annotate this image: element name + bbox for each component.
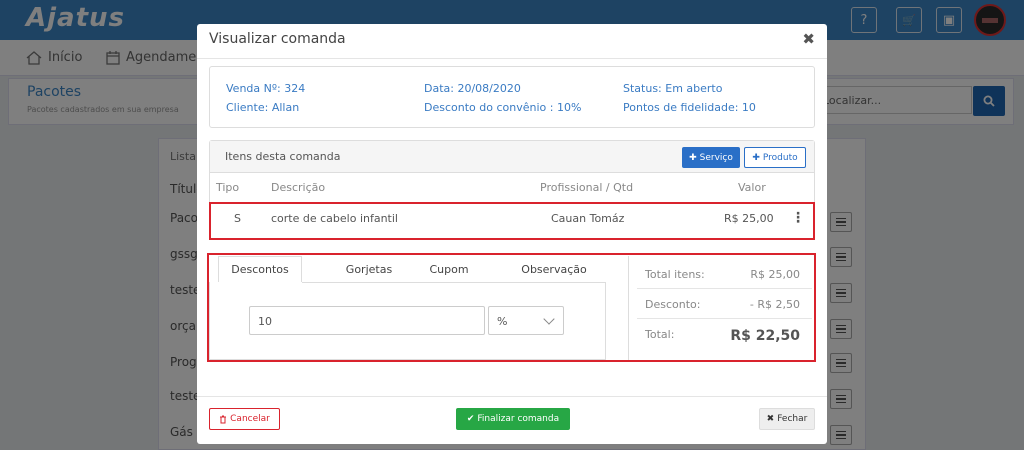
column-header-valor: Valor [738,181,766,194]
item-value: R$ 25,00 [724,212,774,225]
close-label: Fechar [777,414,808,424]
items-header-label: Itens desta comanda [225,150,341,163]
item-menu-icon[interactable]: ⋮ [791,210,805,226]
column-header-descricao: Descrição [271,181,326,194]
plus-icon: ✚ [752,152,760,163]
plus-icon: ✚ [689,152,697,163]
close-icon: ✖ [766,414,775,424]
order-date: Data: 20/08/2020 [424,82,521,95]
agreement-discount: Desconto do convênio : 10% [424,101,582,114]
item-professional: Cauan Tomáz [551,212,625,225]
trash-icon [220,415,227,423]
order-status: Status: Em aberto [623,82,723,95]
order-info-box: Venda Nº: 324 Cliente: Allan Data: 20/08… [209,66,815,128]
add-service-label: Serviço [699,152,733,163]
item-type: S [234,212,241,225]
divider [197,58,827,59]
cancel-button[interactable]: Cancelar [209,408,280,430]
modal-title: Visualizar comanda [209,31,346,47]
divider [197,396,827,397]
add-product-button[interactable]: ✚ Produto [744,147,806,168]
client-name: Cliente: Allan [226,101,300,114]
sale-number: Venda Nº: 324 [226,82,306,95]
discount-section-highlight [207,253,816,362]
close-icon[interactable]: ✖ [802,30,815,48]
column-header-profissional: Profissional / Qtd [540,181,634,194]
add-service-button[interactable]: ✚ Serviço [682,147,740,168]
cancel-label: Cancelar [230,414,270,424]
loyalty-points: Pontos de fidelidade: 10 [623,101,756,114]
check-icon: ✔ [466,414,475,424]
column-header-tipo: Tipo [216,181,240,194]
item-description: corte de cabelo infantil [271,212,398,225]
close-button[interactable]: ✖ Fechar [759,408,815,430]
view-order-modal: Visualizar comanda ✖ Venda Nº: 324 Clien… [197,24,827,444]
finish-order-label: Finalizar comanda [477,414,560,424]
add-product-label: Produto [762,152,798,163]
items-header: Itens desta comanda ✚ Serviço ✚ Produto [210,141,814,173]
finish-order-button[interactable]: ✔ Finalizar comanda [456,408,570,430]
